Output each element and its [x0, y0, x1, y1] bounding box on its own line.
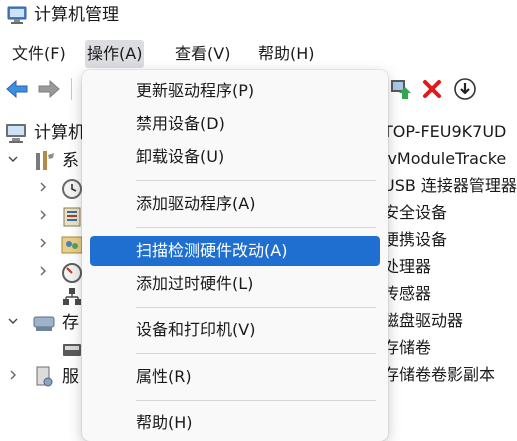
chevron-right-icon [40, 210, 46, 220]
menu-item-disable-device[interactable]: 禁用设备(D) [90, 109, 380, 139]
tree-label: 服 [62, 367, 79, 387]
list-item[interactable]: lvModuleTracke [383, 148, 506, 170]
down-arrow-icon [454, 78, 476, 100]
storage-icon [33, 316, 55, 331]
menu-bar: 文件(F) 操作(A) 查看(V) 帮助(H) [0, 40, 517, 70]
menu-separator [136, 400, 376, 401]
device-manager-icon [63, 288, 81, 305]
menu-item-add-legacy-hardware[interactable]: 添加过时硬件(L) [90, 269, 380, 299]
clock-icon [62, 179, 82, 199]
chevron-right-icon [40, 238, 46, 248]
services-icon [36, 366, 53, 387]
menu-separator [136, 227, 376, 228]
chevron-right-icon [10, 370, 16, 380]
list-item[interactable]: 磁盘驱动器 [383, 310, 463, 332]
window-title: 计算机管理 [34, 5, 119, 25]
list-item[interactable]: 便携设备 [383, 229, 447, 251]
menu-separator [136, 353, 376, 354]
menu-separator [136, 307, 376, 308]
menu-file[interactable]: 文件(F) [10, 40, 68, 68]
delete-button[interactable] [419, 76, 445, 102]
menu-help[interactable]: 帮助(H) [256, 40, 317, 68]
users-icon [61, 236, 83, 254]
list-item[interactable]: 处理器 [383, 256, 431, 278]
back-button[interactable] [4, 76, 30, 102]
tree-label: 计算机 [34, 123, 85, 143]
menu-view[interactable]: 查看(V) [173, 40, 232, 68]
toolbar-separator [71, 78, 72, 100]
update-button[interactable] [452, 76, 478, 102]
list-item[interactable]: 安全设备 [383, 202, 447, 224]
action-menu-dropdown: 更新驱动程序(P) 禁用设备(D) 卸载设备(U) 添加驱动程序(A) 扫描检测… [82, 70, 388, 441]
computer-management-icon [7, 6, 27, 24]
tools-icon [36, 151, 54, 170]
menu-item-add-drivers[interactable]: 添加驱动程序(A) [90, 189, 380, 219]
title-bar: 计算机管理 [0, 0, 517, 32]
menu-item-scan-hardware-changes[interactable]: 扫描检测硬件改动(A) [90, 236, 380, 266]
device-list: TOP-FEU9K7UD lvModuleTracke USB 连接器管理器 安… [383, 110, 517, 441]
enable-device-button[interactable] [387, 76, 413, 102]
enable-device-icon [391, 80, 411, 99]
chevron-down-icon [8, 318, 18, 324]
list-item[interactable]: 传感器 [383, 283, 431, 305]
disk-icon [63, 344, 81, 356]
menu-item-devices-and-printers[interactable]: 设备和打印机(V) [90, 315, 380, 345]
list-item[interactable]: 存储卷卷影副本 [383, 364, 495, 386]
chevron-right-icon [40, 266, 46, 276]
back-arrow-icon [6, 79, 28, 99]
menu-separator [136, 180, 376, 181]
chevron-right-icon [40, 182, 46, 192]
tree-label: 存 [62, 313, 79, 333]
menu-item-properties[interactable]: 属性(R) [90, 362, 380, 392]
menu-action[interactable]: 操作(A) [85, 40, 145, 68]
list-item[interactable]: 存储卷 [383, 337, 431, 359]
delete-icon [423, 80, 441, 98]
viewer-icon [63, 207, 81, 227]
list-item[interactable]: USB 连接器管理器 [383, 175, 517, 197]
menu-item-help[interactable]: 帮助(H) [90, 408, 380, 438]
list-item[interactable]: TOP-FEU9K7UD [383, 121, 506, 143]
forward-button[interactable] [36, 76, 62, 102]
gauge-icon [62, 263, 82, 283]
menu-item-uninstall-device[interactable]: 卸载设备(U) [90, 142, 380, 172]
tree-label: 系 [62, 151, 79, 171]
chevron-down-icon [8, 156, 18, 162]
computer-icon [6, 124, 26, 143]
forward-arrow-icon [38, 79, 60, 99]
menu-item-update-driver[interactable]: 更新驱动程序(P) [90, 76, 380, 106]
